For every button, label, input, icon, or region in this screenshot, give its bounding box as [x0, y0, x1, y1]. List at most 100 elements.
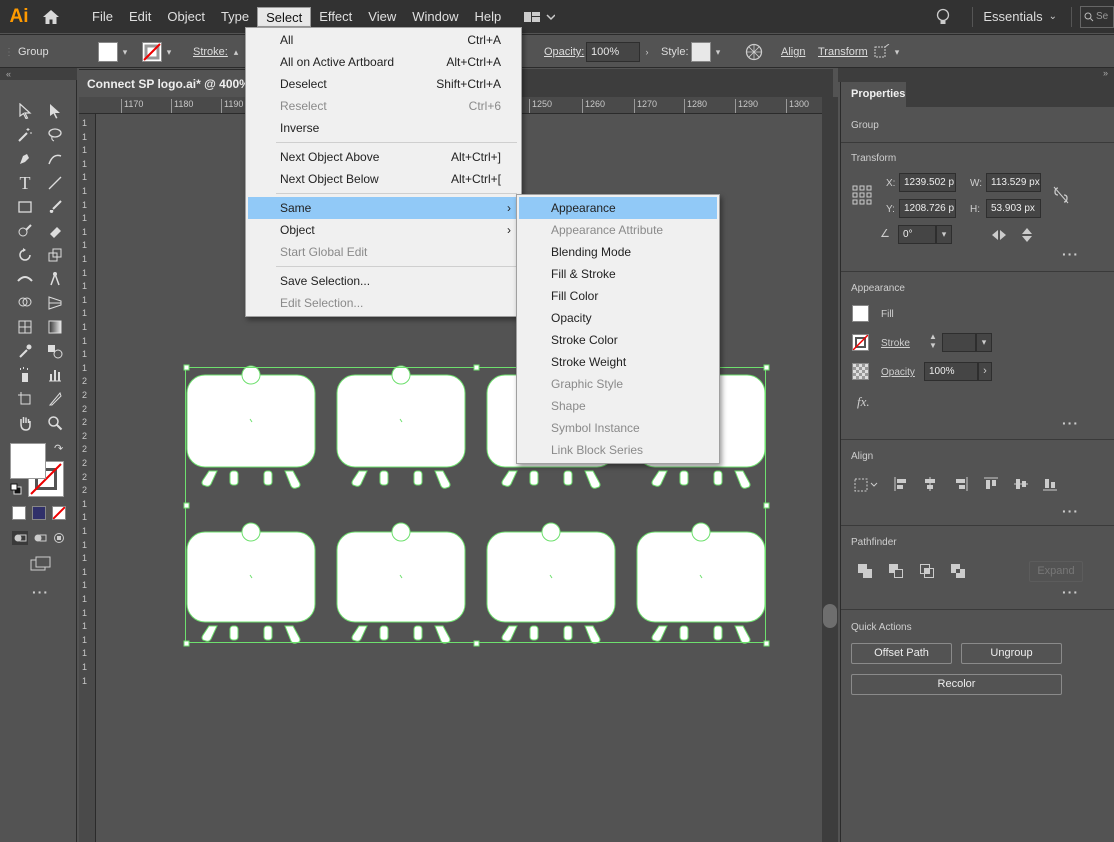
menu-item-save-selection[interactable]: Save Selection... [248, 270, 519, 292]
pathfinder-exclude-icon[interactable] [950, 563, 966, 582]
stroke-weight-dropdown-icon[interactable]: ▾ [976, 333, 992, 352]
line-segment-tool-icon[interactable] [43, 172, 67, 194]
fill-swatch[interactable] [98, 42, 118, 62]
menu-window[interactable]: Window [404, 7, 466, 27]
selection-tool-icon[interactable] [13, 100, 37, 122]
draw-behind-icon[interactable] [32, 531, 48, 545]
menu-item-all-on-active-artboard[interactable]: All on Active Artboard Alt+Ctrl+A [248, 51, 519, 73]
rectangle-tool-icon[interactable] [13, 196, 37, 218]
ungroup-button[interactable]: Ungroup [961, 643, 1062, 664]
discover-lightbulb-icon[interactable] [936, 8, 950, 26]
menu-select[interactable]: Select [257, 6, 312, 27]
magic-wand-tool-icon[interactable] [13, 124, 37, 146]
menu-item-next-object-below[interactable]: Next Object Below Alt+Ctrl+[ [248, 168, 519, 190]
selection-handle[interactable] [183, 640, 190, 647]
opacity-field[interactable]: 100% [586, 42, 640, 62]
pathfinder-unite-icon[interactable] [857, 563, 873, 582]
stroke-dropdown-icon[interactable]: ▾ [162, 42, 176, 62]
menu-item-blending-mode[interactable]: Blending Mode [519, 241, 717, 263]
selection-handle[interactable] [763, 640, 770, 647]
stroke-weight-field[interactable] [942, 333, 976, 352]
expand-button[interactable]: Expand [1029, 561, 1083, 582]
curvature-tool-icon[interactable] [43, 148, 67, 170]
chevron-down-icon[interactable]: ⌄ [1049, 11, 1057, 22]
eraser-tool-icon[interactable] [43, 220, 67, 242]
artboard-tool-icon[interactable] [13, 388, 37, 410]
rotate-tool-icon[interactable] [13, 244, 37, 266]
selection-handle[interactable] [473, 364, 480, 371]
selection-handle[interactable] [183, 364, 190, 371]
selection-handle[interactable] [183, 502, 190, 509]
edit-toolbar-more-icon[interactable]: ··· [32, 584, 49, 600]
screen-mode-icon[interactable] [30, 556, 52, 572]
rotation-dropdown-icon[interactable]: ▾ [936, 225, 952, 244]
graphic-style-swatch[interactable] [691, 42, 711, 62]
align-vertical-center-icon[interactable] [1013, 476, 1029, 495]
type-tool-icon[interactable]: T [13, 172, 37, 194]
align-left-icon[interactable] [893, 476, 909, 495]
transform-panel-link[interactable]: Transform [818, 35, 868, 69]
menu-file[interactable]: File [84, 7, 121, 27]
menu-help[interactable]: Help [466, 7, 509, 27]
appearance-opacity-label[interactable]: Opacity [881, 367, 915, 378]
menu-item-stroke-color[interactable]: Stroke Color [519, 329, 717, 351]
stroke-none-swatch[interactable] [142, 42, 162, 62]
menu-item-deselect[interactable]: Deselect Shift+Ctrl+A [248, 73, 519, 95]
width-tool-icon[interactable] [13, 268, 37, 290]
transform-tools-icon[interactable] [872, 44, 890, 60]
opacity-arrow-icon[interactable]: › [640, 42, 654, 62]
vertical-scroll-thumb[interactable] [823, 604, 837, 628]
menu-item-fill-and-stroke[interactable]: Fill & Stroke [519, 263, 717, 285]
constrain-proportions-icon[interactable] [1053, 186, 1069, 207]
none-mode-button[interactable] [52, 506, 66, 520]
gradient-mode-button[interactable] [32, 506, 46, 520]
appearance-stroke-label[interactable]: Stroke [881, 338, 910, 349]
appearance-stroke-swatch[interactable] [852, 334, 869, 351]
recolor-artwork-icon[interactable] [745, 43, 763, 61]
align-more-options-icon[interactable]: ··· [1062, 503, 1079, 519]
collapse-panels-icon[interactable]: » [1103, 68, 1108, 78]
home-icon[interactable] [36, 0, 66, 33]
hand-tool-icon[interactable] [13, 412, 37, 434]
pen-tool-icon[interactable] [13, 148, 37, 170]
default-fill-stroke-icon[interactable] [10, 483, 22, 495]
menu-item-fill-color[interactable]: Fill Color [519, 285, 717, 307]
pathfinder-intersect-icon[interactable] [919, 563, 935, 582]
pathfinder-minus-front-icon[interactable] [888, 563, 904, 582]
paintbrush-tool-icon[interactable] [43, 196, 67, 218]
draw-normal-icon[interactable] [12, 531, 28, 545]
menu-item-next-object-above[interactable]: Next Object Above Alt+Ctrl+] [248, 146, 519, 168]
x-field[interactable]: 1239.502 p [899, 173, 956, 192]
appearance-opacity-field[interactable]: 100% [924, 362, 978, 381]
shape-builder-tool-icon[interactable] [13, 292, 37, 314]
vertical-scrollbar[interactable] [822, 97, 838, 842]
menu-type[interactable]: Type [213, 7, 257, 27]
menu-item-inverse[interactable]: Inverse [248, 117, 519, 139]
rotation-field[interactable]: 0° [898, 225, 936, 244]
menu-item-appearance[interactable]: Appearance [519, 197, 717, 219]
perspective-grid-tool-icon[interactable] [43, 292, 67, 314]
workspace-switcher[interactable]: Essentials [983, 9, 1042, 24]
align-panel-link[interactable]: Align [781, 35, 805, 69]
menu-edit[interactable]: Edit [121, 7, 159, 27]
fx-effects-button[interactable]: fx. [857, 394, 870, 410]
shaper-tool-icon[interactable] [13, 220, 37, 242]
menu-item-all[interactable]: All Ctrl+A [248, 29, 519, 51]
search-help-input[interactable]: Se [1080, 5, 1114, 28]
transform-dropdown-icon[interactable]: ▾ [890, 42, 904, 62]
transform-more-options-icon[interactable]: ··· [1062, 246, 1079, 262]
eyedropper-tool-icon[interactable] [13, 340, 37, 362]
selection-handle[interactable] [473, 640, 480, 647]
menu-item-same[interactable]: Same › [248, 197, 519, 219]
stroke-weight-stepper-icon[interactable]: ▴ [229, 42, 243, 62]
arrange-documents-icon[interactable] [523, 10, 556, 24]
column-graph-tool-icon[interactable] [43, 364, 67, 386]
opacity-label[interactable]: Opacity: [544, 35, 584, 69]
swap-fill-stroke-icon[interactable]: ↷ [54, 442, 63, 455]
menu-object[interactable]: Object [159, 7, 213, 27]
color-mode-button[interactable] [12, 506, 26, 520]
flip-vertical-icon[interactable] [1020, 227, 1034, 246]
flip-horizontal-icon[interactable] [991, 228, 1007, 245]
document-tab[interactable]: Connect SP logo.ai* @ 400% (R [79, 69, 255, 97]
menu-item-stroke-weight[interactable]: Stroke Weight [519, 351, 717, 373]
